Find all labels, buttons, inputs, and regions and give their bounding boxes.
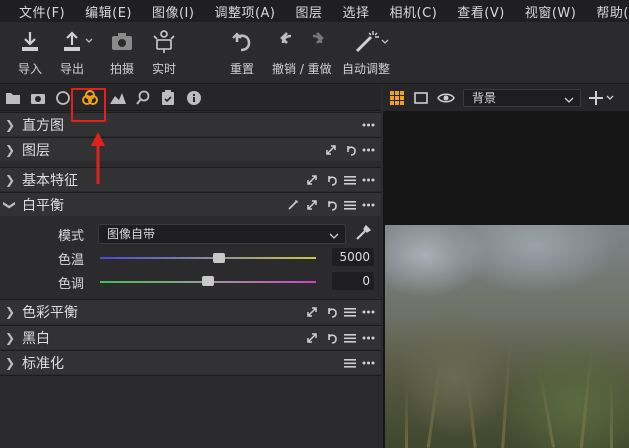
background-select[interactable]: 背景 [463,89,581,107]
picker-icon[interactable] [286,199,299,212]
menu-layers[interactable]: 图层 [296,2,323,21]
tint-slider-handle[interactable] [202,276,214,286]
section-basic[interactable]: ❯ 基本特征 [0,167,381,191]
adjustments-icon[interactable] [159,89,177,107]
white-balance-controls: 模式 图像自带 色温 5000 色调 0 [0,217,381,296]
undo-redo-icon [278,28,326,56]
auto-adjust-button[interactable]: 自动调整 [342,28,400,77]
expand-icon[interactable] [305,332,318,345]
reset-icon [230,28,254,56]
library-icon[interactable] [4,89,22,107]
red-arrow-icon [91,132,105,184]
reset-button[interactable]: 重置 [230,28,254,77]
kelvin-value-field[interactable]: 5000 [332,248,374,266]
tool-tab-bar [0,85,381,111]
chevron-right-icon: ❯ [4,330,16,345]
expand-icon[interactable] [305,199,318,212]
menu-camera[interactable]: 相机(C) [390,2,438,21]
grid-view-icon[interactable] [390,91,404,109]
lens-icon[interactable] [54,89,72,107]
magic-wand-icon [351,28,391,56]
section-histogram[interactable]: ❯ 直方图 [0,112,381,136]
section-color-balance[interactable]: ❯ 色彩平衡 [0,299,381,323]
chevron-down-icon [564,93,574,109]
exposure-icon[interactable] [109,89,127,107]
import-button[interactable]: 导入 [18,28,42,77]
chevron-right-icon: ❯ [4,117,16,132]
menu-window[interactable]: 视窗(W) [525,2,577,21]
reset-icon[interactable] [324,174,337,187]
chevron-right-icon: ❯ [4,142,16,157]
menu-image[interactable]: 图像(I) [152,2,194,21]
highlight-box [71,88,106,122]
photo-preview[interactable] [385,225,629,448]
more-icon[interactable] [362,332,375,345]
expand-icon[interactable] [305,174,318,187]
export-button[interactable]: 导出 [60,28,96,77]
kelvin-slider-handle[interactable] [212,253,225,263]
viewer-panel: 背景 [383,85,629,448]
chevron-right-icon: ❯ [4,172,16,187]
kelvin-slider[interactable] [100,257,316,259]
chevron-down-icon: ❯ [3,199,17,210]
chevron-down-icon [329,228,339,246]
capture-button[interactable]: 拍摄 [110,28,134,77]
main-toolbar: 导入 导出 拍摄 实时 重置 撤销 / 重做 自动调整 [0,22,629,84]
menu-select[interactable]: 选择 [343,2,370,21]
camera-capture-icon [110,28,134,56]
reset-icon[interactable] [324,306,337,319]
more-icon[interactable] [362,144,375,157]
import-icon [19,28,41,56]
menu-edit[interactable]: 编辑(E) [85,2,132,21]
camera-icon[interactable] [29,89,47,107]
chevron-right-icon: ❯ [4,304,16,319]
section-normalize[interactable]: ❯ 标准化 [0,350,381,374]
eyedropper-icon[interactable] [354,224,372,246]
details-icon[interactable] [134,89,152,107]
reset-icon[interactable] [324,332,337,345]
tint-value-field[interactable]: 0 [332,272,374,290]
live-view-icon [151,28,177,56]
divider [0,375,381,376]
more-icon[interactable] [362,357,375,370]
menu-lines-icon[interactable] [343,332,356,345]
add-icon[interactable] [589,89,615,111]
menu-lines-icon[interactable] [343,357,356,370]
more-icon[interactable] [362,174,375,187]
menu-lines-icon[interactable] [343,199,356,212]
undo-redo-button[interactable]: 撤销 / 重做 [272,28,332,77]
section-black-white[interactable]: ❯ 黑白 [0,325,381,349]
expand-icon[interactable] [305,306,318,319]
menu-lines-icon[interactable] [343,174,356,187]
reset-icon[interactable] [324,199,337,212]
section-white-balance[interactable]: ❯ 白平衡 [0,192,381,216]
chevron-right-icon: ❯ [4,355,16,370]
menu-help[interactable]: 帮助(H) [596,2,629,21]
export-icon [61,28,95,56]
menu-view[interactable]: 查看(V) [457,2,505,21]
menu-bar: 文件(F) 编辑(E) 图像(I) 调整项(A) 图层 选择 相机(C) 查看(… [0,0,629,22]
single-view-icon[interactable] [414,91,428,109]
live-button[interactable]: 实时 [151,28,177,77]
menu-lines-icon[interactable] [343,306,356,319]
more-icon[interactable] [362,119,375,132]
menu-file[interactable]: 文件(F) [19,2,65,21]
metadata-icon[interactable] [185,89,203,107]
viewer-toolbar: 背景 [383,85,629,111]
section-layers[interactable]: ❯ 图层 [0,137,381,161]
more-icon[interactable] [362,199,375,212]
wb-mode-select[interactable]: 图像自带 [98,224,346,244]
menu-adjustments[interactable]: 调整项(A) [214,2,275,21]
eye-icon[interactable] [437,91,455,109]
expand-icon[interactable] [324,144,337,157]
reset-icon[interactable] [343,144,356,157]
more-icon[interactable] [362,306,375,319]
